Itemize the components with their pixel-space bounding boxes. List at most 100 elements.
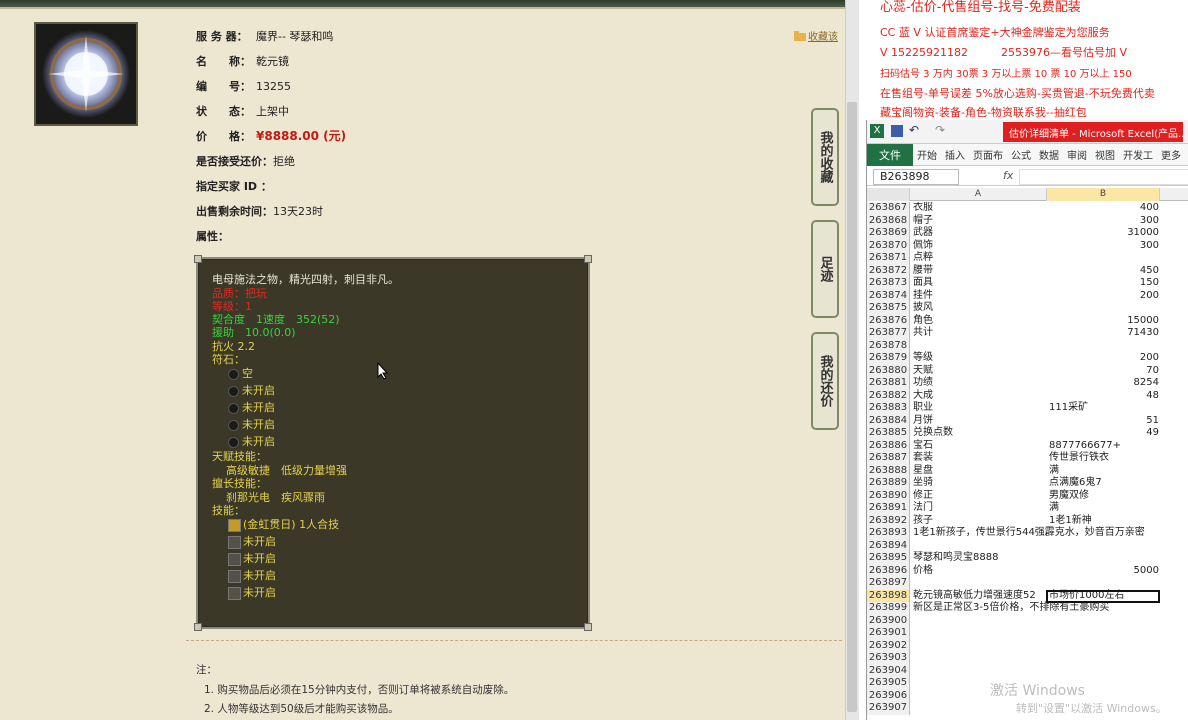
cell-b[interactable]: 111采矿: [1049, 402, 1188, 415]
row-number[interactable]: 263900: [867, 614, 910, 627]
cell-b[interactable]: 传世景行铁衣: [1049, 452, 1188, 465]
cell-b[interactable]: 450: [1047, 265, 1160, 278]
cell-a[interactable]: 等级: [913, 352, 1047, 365]
cell-a[interactable]: 帽子: [913, 215, 1047, 228]
table-row[interactable]: 263874 挂件 200: [867, 289, 1188, 303]
row-number[interactable]: 263903: [867, 652, 910, 665]
row-number[interactable]: 263883: [867, 402, 910, 415]
row-number[interactable]: 263896: [867, 564, 910, 577]
row-number[interactable]: 263904: [867, 664, 910, 677]
tab-data[interactable]: 数据: [1035, 147, 1063, 162]
table-row[interactable]: 263901: [867, 627, 1188, 640]
formula-input[interactable]: [1019, 169, 1188, 185]
column-header-b[interactable]: B: [1047, 188, 1160, 201]
cell-a[interactable]: 坐骑: [913, 477, 1047, 490]
row-number[interactable]: 263898: [867, 589, 910, 602]
cell-a[interactable]: 披风: [913, 302, 1047, 315]
row-number[interactable]: 263891: [867, 502, 910, 515]
table-row[interactable]: 263876 角色 15000: [867, 314, 1188, 327]
cell-a[interactable]: 大成: [913, 390, 1047, 403]
cell-a[interactable]: 1老1新孩子，传世景行544强霹克水，妙音百万亲密: [913, 527, 1145, 540]
table-row[interactable]: 263893 1老1新孩子，传世景行544强霹克水，妙音百万亲密: [867, 527, 1188, 540]
cell-a[interactable]: 套装: [913, 452, 1047, 465]
cell-b[interactable]: 8877766677+: [1049, 440, 1188, 453]
table-row[interactable]: 263888 星盘满: [867, 464, 1188, 478]
tab-formulas[interactable]: 公式: [1007, 147, 1035, 162]
row-number[interactable]: 263901: [867, 627, 910, 640]
cell-a[interactable]: 价格: [913, 565, 1047, 578]
select-all-corner[interactable]: [867, 188, 910, 201]
cell-a[interactable]: 职业: [913, 402, 1047, 415]
table-row[interactable]: 263871 点粹: [867, 252, 1188, 265]
row-number[interactable]: 263895: [867, 552, 910, 565]
save-icon[interactable]: [891, 125, 903, 137]
row-number[interactable]: 263878: [867, 339, 910, 352]
tab-page-layout[interactable]: 页面布: [969, 147, 1007, 162]
cell-a[interactable]: 共计: [913, 327, 1047, 340]
row-number[interactable]: 263893: [867, 527, 910, 540]
table-row[interactable]: 263885 兑换点数 49: [867, 427, 1188, 440]
cell-a[interactable]: 琴瑟和鸣灵宝8888: [913, 552, 1047, 565]
cell-a[interactable]: 挂件: [913, 290, 1047, 303]
table-row[interactable]: 263883 职业 111采矿: [867, 402, 1188, 415]
cell-a[interactable]: 武器: [913, 227, 1047, 240]
cell-a[interactable]: 新区是正常区3-5倍价格，不排除有土豪购买: [913, 602, 1109, 615]
cell-a[interactable]: 兑换点数: [913, 427, 1047, 440]
cell-b[interactable]: 男魔双修: [1049, 490, 1188, 503]
row-number[interactable]: 263874: [867, 289, 910, 302]
row-number[interactable]: 263894: [867, 539, 910, 552]
table-row[interactable]: 263894: [867, 539, 1188, 552]
table-row[interactable]: 263878: [867, 339, 1188, 352]
table-row[interactable]: 263872 腰带 450: [867, 264, 1188, 278]
cell-a[interactable]: 月饼: [913, 415, 1047, 428]
table-row[interactable]: 263881 功绩 8254: [867, 377, 1188, 390]
sheet-grid[interactable]: 263867 衣服 400 263868 帽子 300 263869 武器 31000 26387…: [867, 202, 1188, 720]
cell-b[interactable]: 1老1新神: [1049, 515, 1188, 528]
cell-a[interactable]: 面具: [913, 277, 1047, 290]
row-number[interactable]: 263880: [867, 364, 910, 377]
row-number[interactable]: 263884: [867, 414, 910, 427]
cell-a[interactable]: 孩子: [913, 515, 1047, 528]
tab-view[interactable]: 视图: [1091, 147, 1119, 162]
my-bargain-tab[interactable]: 我的还价: [811, 332, 839, 430]
table-row[interactable]: 263875 披风: [867, 302, 1188, 315]
row-number[interactable]: 263899: [867, 602, 910, 615]
cell-b[interactable]: 48: [1047, 390, 1160, 403]
redo-icon[interactable]: ↷: [935, 123, 945, 137]
table-row[interactable]: 263897: [867, 577, 1188, 590]
table-row[interactable]: 263873 面具 150: [867, 277, 1188, 290]
table-row[interactable]: 263903: [867, 652, 1188, 665]
cell-b[interactable]: 400: [1047, 202, 1160, 215]
cell-a[interactable]: 腰带: [913, 265, 1047, 278]
table-row[interactable]: 263884 月饼 51: [867, 414, 1188, 428]
row-number[interactable]: 263876: [867, 314, 910, 327]
table-row[interactable]: 263887 套装 传世景行铁衣: [867, 452, 1188, 465]
row-number[interactable]: 263885: [867, 427, 910, 440]
cell-b[interactable]: 满: [1049, 502, 1188, 515]
row-number[interactable]: 263869: [867, 227, 910, 240]
table-row[interactable]: 263880 天赋 70: [867, 364, 1188, 378]
row-number[interactable]: 263907: [867, 702, 910, 715]
column-header-a[interactable]: A: [910, 188, 1047, 201]
cell-b[interactable]: 70: [1047, 365, 1160, 378]
cell-a[interactable]: 宝石: [913, 440, 1047, 453]
cell-b[interactable]: 300: [1047, 215, 1160, 228]
row-number[interactable]: 263890: [867, 489, 910, 502]
scrollbar-thumb[interactable]: [847, 102, 857, 712]
cell-a[interactable]: 天赋: [913, 365, 1047, 378]
name-box[interactable]: B263898: [873, 169, 959, 185]
cell-b[interactable]: 51: [1047, 415, 1160, 428]
cell-b[interactable]: 200: [1047, 352, 1160, 365]
cell-a[interactable]: 法门: [913, 502, 1047, 515]
row-number[interactable]: 263872: [867, 264, 910, 277]
row-number[interactable]: 263889: [867, 477, 910, 490]
row-number[interactable]: 263906: [867, 689, 910, 702]
footprint-tab[interactable]: 足迹: [811, 220, 839, 318]
cell-b[interactable]: 满: [1049, 465, 1188, 478]
cell-a[interactable]: 衣服: [913, 202, 1047, 215]
table-row[interactable]: 263895 琴瑟和鸣灵宝8888: [867, 552, 1188, 565]
row-number[interactable]: 263868: [867, 214, 910, 227]
table-row[interactable]: 263889 坐骑 点满魔6鬼7: [867, 477, 1188, 490]
row-number[interactable]: 263881: [867, 377, 910, 390]
table-row[interactable]: 263877 共计 71430: [867, 327, 1188, 340]
